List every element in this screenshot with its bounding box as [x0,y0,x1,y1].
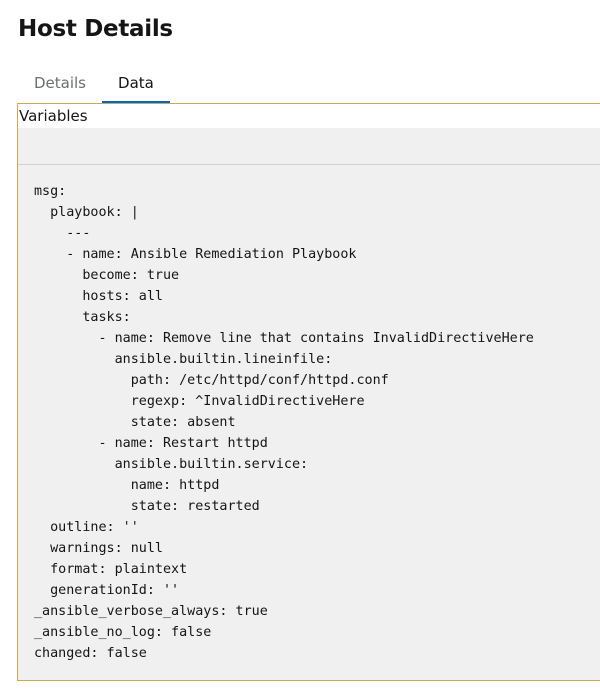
code-line: outline: '' [34,520,139,535]
code-line: - name: Remove line that contains Invali… [34,331,534,346]
code-line: changed: false [34,646,147,661]
code-line: warnings: null [34,541,163,556]
code-line: regexp: ^InvalidDirectiveHere [34,394,365,409]
code-line: ansible.builtin.service: [34,457,309,472]
code-line: become: true [34,268,180,283]
code-line: path: /etc/httpd/conf/httpd.conf [34,373,389,388]
code-line: _ansible_verbose_always: true [34,604,268,619]
code-line: generationId: '' [34,583,180,598]
code-line: _ansible_no_log: false [34,625,212,640]
tab-data[interactable]: Data [102,66,170,104]
code-line: - name: Ansible Remediation Playbook [34,247,357,262]
code-line: --- [34,226,91,241]
page-title: Host Details [18,16,173,42]
variables-label: Variables [18,104,600,128]
code-line: state: absent [34,415,236,430]
code-line: name: httpd [34,478,220,493]
code-line: tasks: [34,310,131,325]
tab-bar: Details Data [18,66,170,104]
code-line: format: plaintext [34,562,188,577]
code-content[interactable]: msg: playbook: | --- - name: Ansible Rem… [34,181,534,664]
code-line: ansible.builtin.lineinfile: [34,352,333,367]
editor-toolbar [18,128,600,165]
host-details-page: Host Details Details Data Variables msg:… [0,0,600,696]
code-line: state: restarted [34,499,260,514]
code-line: playbook: | [34,205,139,220]
code-line: - name: Restart httpd [34,436,268,451]
code-line: hosts: all [34,289,163,304]
code-line: msg: [34,184,67,199]
variables-editor[interactable]: Variables msg: playbook: | --- - name: A… [17,103,600,681]
tab-details[interactable]: Details [18,66,102,104]
